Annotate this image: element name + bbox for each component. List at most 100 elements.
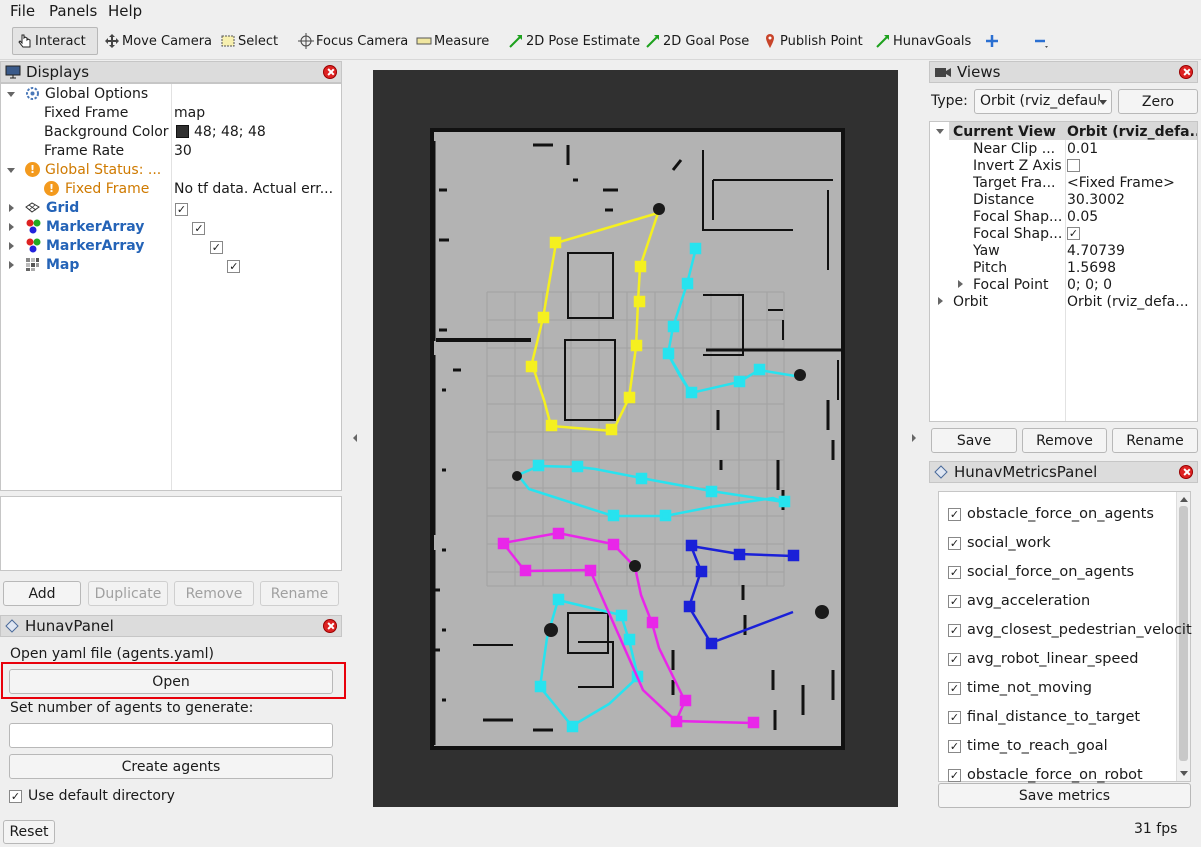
metric-row[interactable]: ✓ avg_robot_linear_speed	[948, 648, 1139, 670]
green-arrow-icon	[508, 33, 524, 49]
metric-checkbox[interactable]: ✓	[948, 768, 961, 782]
metric-checkbox[interactable]: ✓	[948, 623, 961, 637]
metric-checkbox[interactable]: ✓	[948, 739, 961, 753]
metric-checkbox[interactable]: ✓	[948, 710, 961, 724]
expand-icon[interactable]	[9, 261, 14, 269]
expand-icon[interactable]	[936, 129, 944, 134]
property-checkbox[interactable]: ✓	[1067, 227, 1080, 240]
hunav-goals-tool[interactable]: HunavGoals	[871, 27, 975, 55]
display-item-markerarray[interactable]: MarkerArray	[25, 236, 144, 255]
display-enabled-checkbox[interactable]: ✓	[192, 222, 206, 235]
metric-row[interactable]: ✓ time_to_reach_goal	[948, 735, 1108, 757]
metric-checkbox[interactable]: ✓	[948, 594, 961, 608]
focus-camera-tool[interactable]: Focus Camera	[294, 27, 412, 55]
metric-row[interactable]: ✓ final_distance_to_target	[948, 706, 1140, 728]
expand-icon[interactable]	[958, 280, 963, 288]
render-viewport[interactable]	[373, 70, 898, 807]
reset-button[interactable]: Reset	[3, 820, 55, 844]
hunav-goals-label: HunavGoals	[893, 33, 972, 49]
remove-tool-button[interactable]	[1028, 27, 1054, 55]
display-item-label: MarkerArray	[46, 237, 145, 254]
open-yaml-button[interactable]: Open	[9, 669, 333, 694]
scroll-up-icon[interactable]	[1180, 497, 1188, 502]
minus-icon	[1032, 33, 1048, 49]
menu-bar: File Panels Help	[0, 0, 1201, 22]
menu-help[interactable]: Help	[108, 2, 142, 20]
status-fixed-frame-row[interactable]: ! Fixed Frame	[44, 179, 149, 198]
remove-view-button[interactable]: Remove	[1022, 428, 1107, 453]
fixed-frame-value[interactable]: map	[174, 103, 205, 122]
global-status-row[interactable]: ! Global Status: ...	[25, 160, 161, 179]
publish-point-tool[interactable]: Publish Point	[758, 27, 867, 55]
default-directory-checkbox[interactable]: ✓	[9, 789, 22, 803]
orbit-label[interactable]: Orbit	[953, 292, 988, 311]
close-icon[interactable]	[1179, 65, 1193, 79]
display-enabled-checkbox[interactable]: ✓	[209, 241, 223, 254]
rename-view-button[interactable]: Rename	[1112, 428, 1198, 453]
metric-checkbox[interactable]: ✓	[948, 652, 961, 666]
pose-estimate-tool[interactable]: 2D Pose Estimate	[504, 27, 644, 55]
expand-icon[interactable]	[9, 204, 14, 212]
metric-row[interactable]: ✓ social_force_on_agents	[948, 561, 1134, 583]
remove-display-button[interactable]: Remove	[174, 581, 254, 606]
menu-file[interactable]: File	[10, 2, 35, 20]
frame-rate-value[interactable]: 30	[174, 141, 192, 160]
display-item-grid[interactable]: Grid	[25, 198, 79, 217]
metric-label: time_not_moving	[967, 680, 1093, 696]
save-metrics-button[interactable]: Save metrics	[938, 783, 1191, 808]
open-yaml-label: Open yaml file (agents.yaml)	[10, 646, 214, 662]
expand-icon[interactable]	[7, 168, 15, 173]
zero-view-button[interactable]: Zero	[1118, 89, 1198, 114]
measure-label: Measure	[434, 33, 490, 49]
collapse-left-icon[interactable]	[353, 434, 357, 442]
default-directory-label: Use default directory	[28, 788, 175, 804]
close-icon[interactable]	[323, 65, 337, 79]
metric-checkbox[interactable]: ✓	[948, 507, 961, 521]
default-directory-option[interactable]: ✓ Use default directory	[9, 788, 175, 804]
display-item-label: Grid	[46, 199, 80, 216]
display-item-map[interactable]: Map	[25, 255, 79, 274]
menu-panels[interactable]: Panels	[49, 2, 97, 20]
close-icon[interactable]	[1179, 465, 1193, 479]
create-agents-button[interactable]: Create agents	[9, 754, 333, 779]
move-camera-tool[interactable]: Move Camera	[100, 27, 216, 55]
expand-icon[interactable]	[9, 223, 14, 231]
metric-row[interactable]: ✓ social_work	[948, 532, 1051, 554]
display-item-markerarray[interactable]: MarkerArray	[25, 217, 144, 236]
display-item-label: Map	[46, 256, 80, 273]
metric-row[interactable]: ✓ avg_closest_pedestrian_velocit	[948, 619, 1192, 641]
metric-checkbox[interactable]: ✓	[948, 536, 961, 550]
rename-display-button[interactable]: Rename	[260, 581, 339, 606]
metric-checkbox[interactable]: ✓	[948, 681, 961, 695]
duplicate-display-button[interactable]: Duplicate	[88, 581, 168, 606]
global-options-row[interactable]: Global Options	[25, 84, 148, 103]
green-arrow-icon	[875, 33, 891, 49]
metric-row[interactable]: ✓ obstacle_force_on_agents	[948, 503, 1154, 525]
metric-checkbox[interactable]: ✓	[948, 565, 961, 579]
background-color-value[interactable]: 48; 48; 48	[176, 122, 266, 141]
expand-icon[interactable]	[7, 92, 15, 97]
add-display-button[interactable]: Add	[3, 581, 81, 606]
green-arrow-icon	[645, 33, 661, 49]
collapse-right-icon[interactable]	[912, 434, 916, 442]
agents-count-input[interactable]	[9, 723, 333, 748]
close-icon[interactable]	[323, 619, 337, 633]
interact-tool[interactable]: Interact	[12, 27, 98, 55]
save-view-button[interactable]: Save	[931, 428, 1017, 453]
property-checkbox[interactable]	[1067, 159, 1080, 172]
displays-title: Displays	[26, 63, 90, 81]
view-type-dropdown[interactable]: Orbit (rviz_defaul	[974, 89, 1112, 114]
scroll-down-icon[interactable]	[1180, 771, 1188, 776]
add-tool-button[interactable]	[980, 27, 1006, 55]
metric-row[interactable]: ✓ avg_acceleration	[948, 590, 1090, 612]
select-tool[interactable]: Select	[216, 27, 282, 55]
metric-row[interactable]: ✓ time_not_moving	[948, 677, 1092, 699]
expand-icon[interactable]	[9, 242, 14, 250]
goal-pose-tool[interactable]: 2D Goal Pose	[641, 27, 753, 55]
expand-icon[interactable]	[938, 297, 943, 305]
display-enabled-checkbox[interactable]: ✓	[175, 203, 188, 216]
display-enabled-checkbox[interactable]: ✓	[227, 260, 241, 273]
orbit-value: Orbit (rviz_defa...	[1067, 293, 1189, 310]
measure-tool[interactable]: Measure	[412, 27, 493, 55]
marker-spheres-icon	[25, 238, 42, 253]
